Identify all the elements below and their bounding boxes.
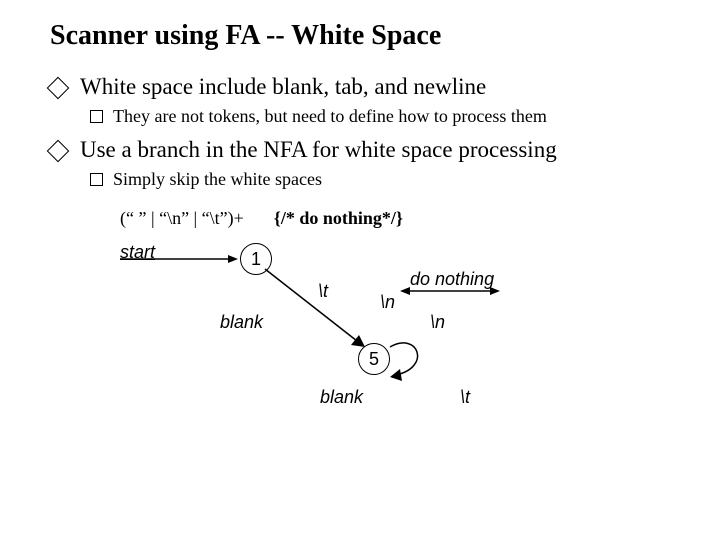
edge-label-blank: blank (220, 312, 263, 333)
bullet-text: Simply skip the white spaces (113, 169, 322, 190)
arrow-start-to-1 (120, 254, 240, 279)
rule-lhs: (“ ” | “\n” | “\t”)+ (120, 208, 244, 229)
bullet-text: They are not tokens, but need to define … (113, 106, 547, 127)
diamond-bullet-icon (47, 140, 70, 163)
bullet-text: Use a branch in the NFA for white space … (80, 137, 557, 163)
bullet-level2: Simply skip the white spaces (90, 169, 670, 190)
bullet-level1: Use a branch in the NFA for white space … (50, 137, 670, 163)
state-5: 5 (358, 343, 390, 375)
fa-diagram: start 1 5 \t \n blank do nothing (110, 237, 670, 437)
diamond-bullet-icon (47, 77, 70, 100)
arrow-do-nothing (400, 285, 500, 306)
edge-label-tab: \t (318, 281, 328, 302)
bullet-level2: They are not tokens, but need to define … (90, 106, 670, 127)
loop-label-blank: blank (320, 387, 363, 408)
rule-rhs: {/* do nothing*/} (274, 208, 403, 229)
slide-title: Scanner using FA -- White Space (50, 20, 670, 52)
edge-label-newline: \n (380, 292, 395, 313)
bullet-level1: White space include blank, tab, and newl… (50, 74, 670, 100)
self-loop-5 (388, 339, 436, 388)
loop-label-tab: \t (460, 387, 470, 408)
state-label: 1 (251, 249, 261, 270)
bullet-text: White space include blank, tab, and newl… (80, 74, 486, 100)
square-bullet-icon (90, 173, 103, 186)
rule-row: (“ ” | “\n” | “\t”)+ {/* do nothing*/} (120, 208, 670, 229)
square-bullet-icon (90, 110, 103, 123)
state-label: 5 (369, 349, 379, 370)
loop-label-newline: \n (430, 312, 445, 333)
